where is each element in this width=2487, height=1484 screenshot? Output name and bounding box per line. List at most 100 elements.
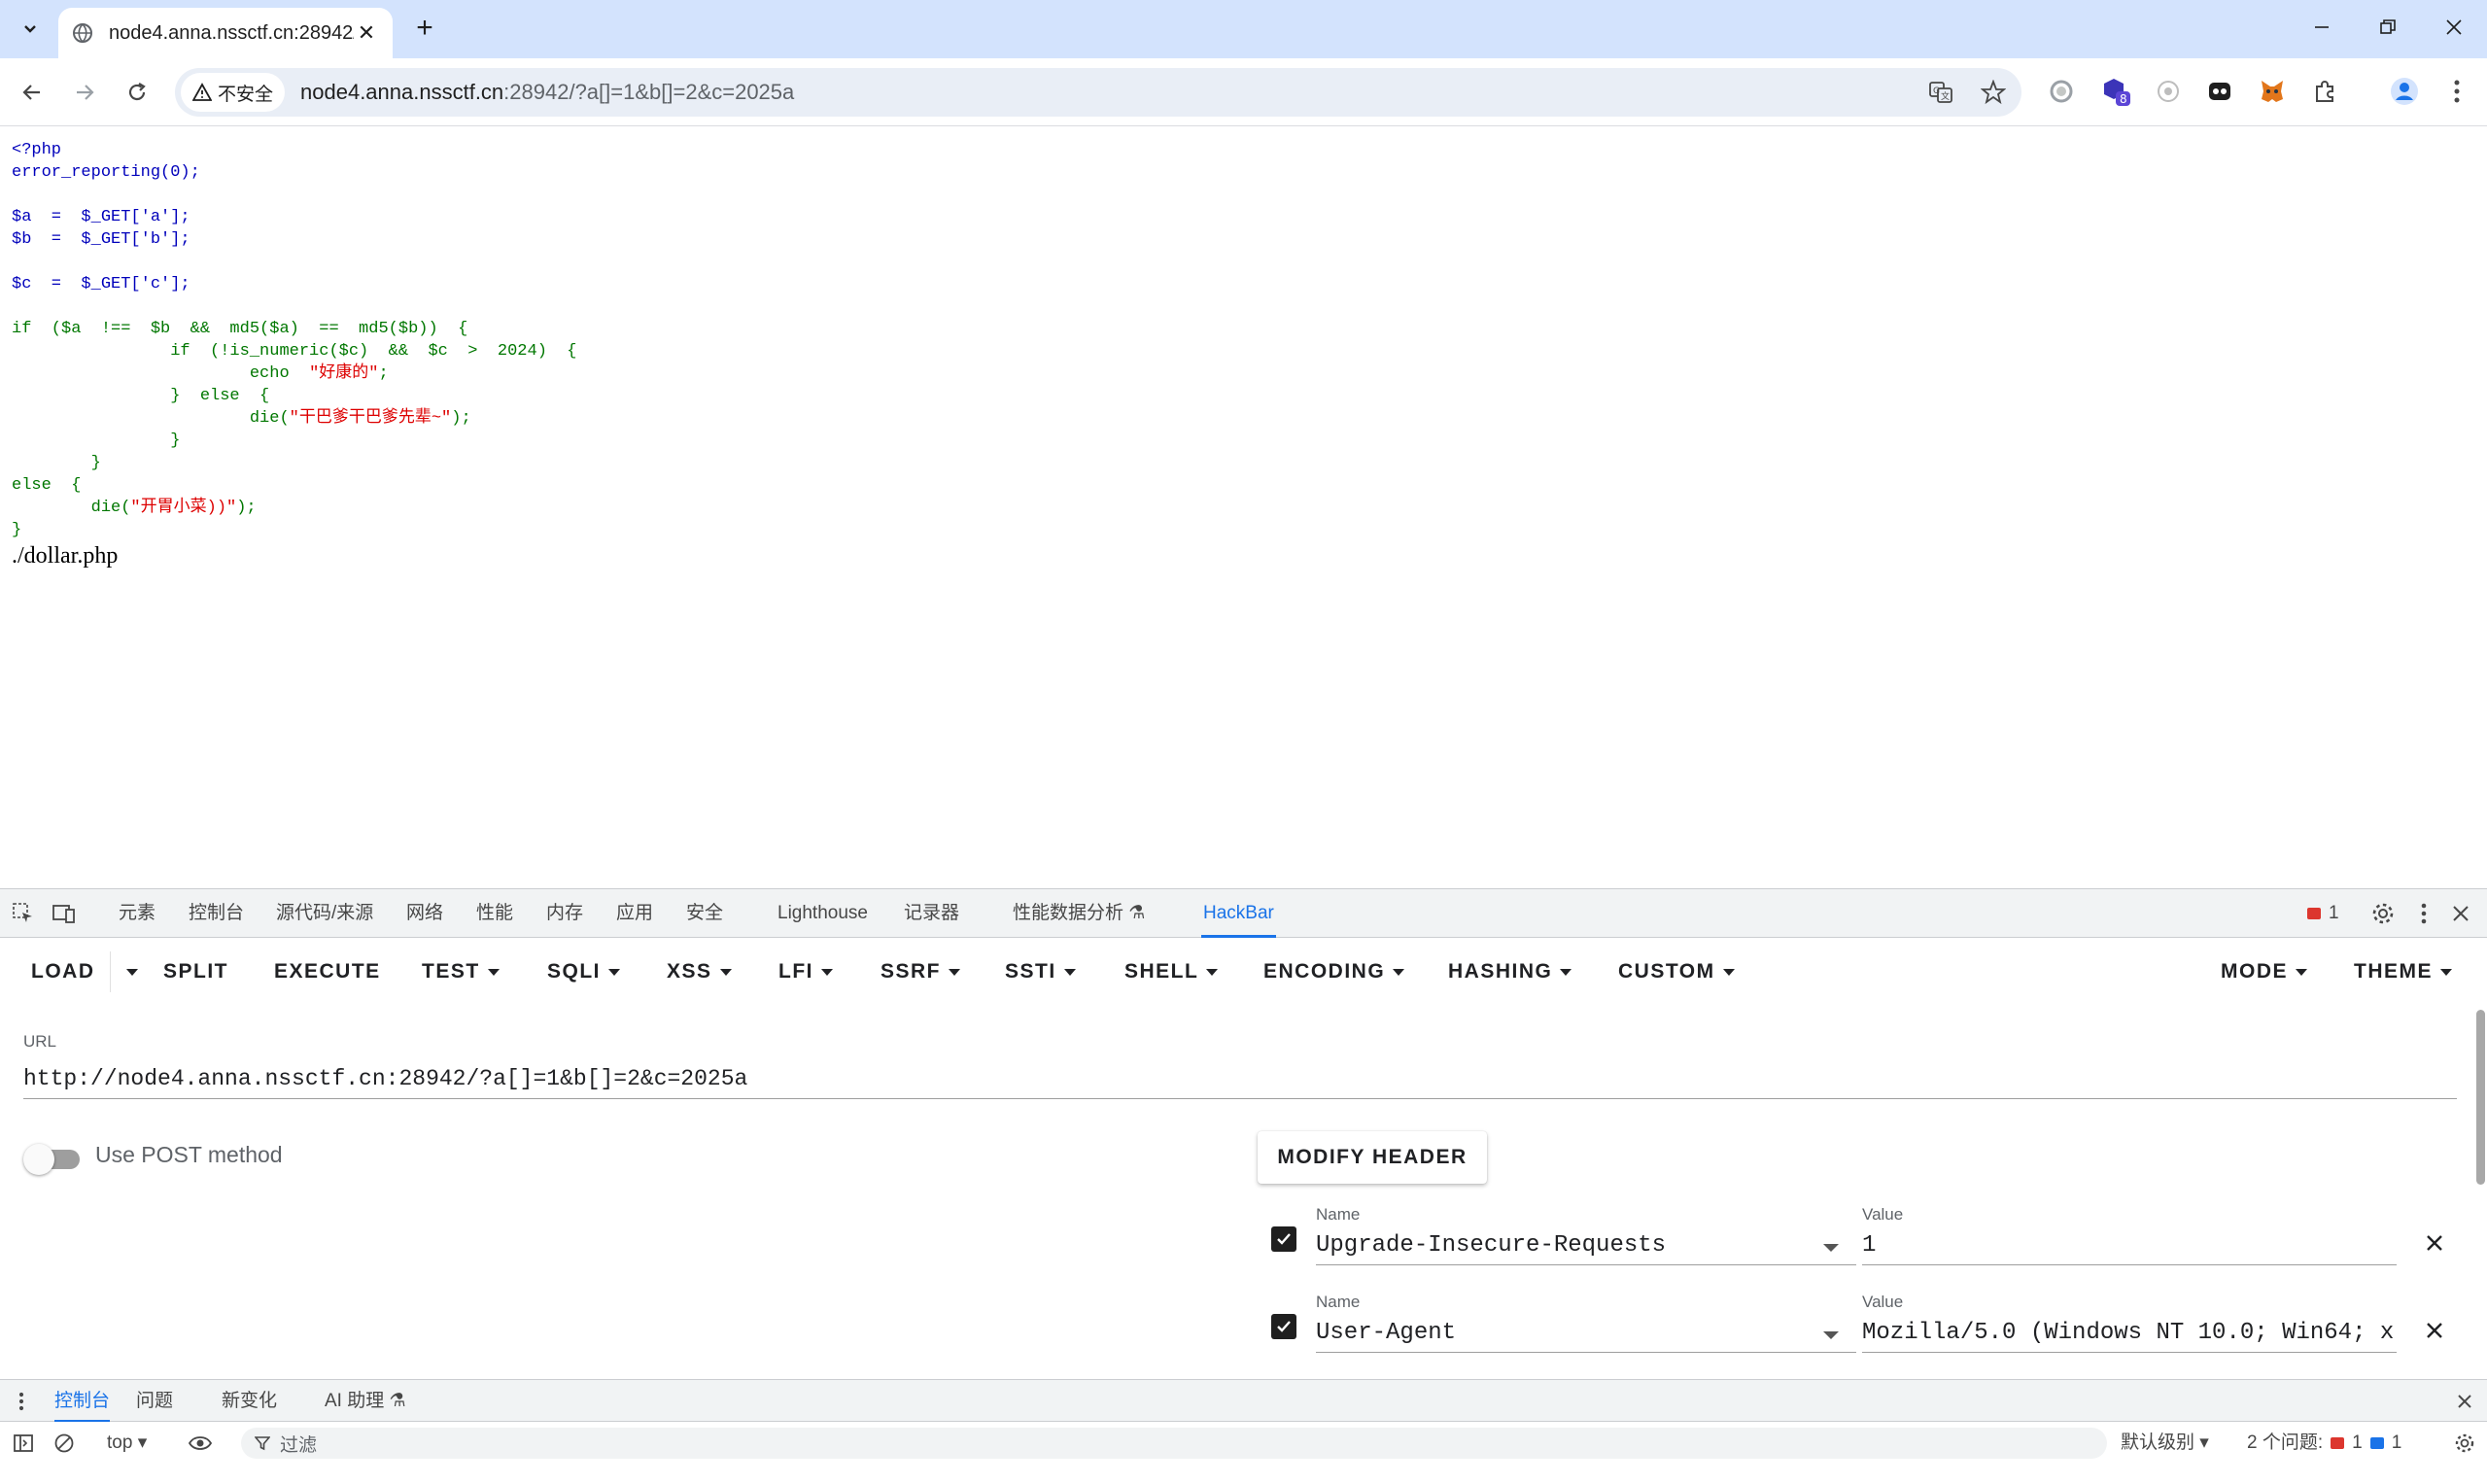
- ssrf-menu-label: SSRF: [881, 960, 942, 983]
- inspect-element-icon[interactable]: [10, 900, 37, 927]
- caret-down-icon: [1560, 968, 1572, 976]
- custom-menu-button[interactable]: CUSTOM: [1618, 938, 1735, 1006]
- test-menu-button[interactable]: TEST: [422, 938, 500, 1006]
- console-filter-input[interactable]: 过滤: [241, 1428, 2107, 1459]
- restore-icon[interactable]: [2364, 8, 2412, 47]
- tab-elements[interactable]: 元素: [117, 889, 157, 938]
- lfi-menu-button[interactable]: LFI: [778, 938, 833, 1006]
- header-name-dropdown-icon[interactable]: [1823, 1244, 1839, 1252]
- sqli-menu-button[interactable]: SQLI: [547, 938, 621, 1006]
- code-line: error_reporting(0);: [12, 163, 200, 182]
- tab-network[interactable]: 网络: [404, 889, 445, 938]
- forward-arrow-icon[interactable]: [66, 74, 103, 111]
- drawer-tab-console[interactable]: 控制台: [54, 1380, 111, 1423]
- header-remove-close-icon[interactable]: [2418, 1226, 2451, 1260]
- hashing-menu-button[interactable]: HASHING: [1448, 938, 1572, 1006]
- new-tab-plus-icon[interactable]: +: [408, 12, 441, 45]
- post-method-toggle[interactable]: [23, 1144, 80, 1175]
- tab-console[interactable]: 控制台: [187, 889, 246, 938]
- experiment-flask-icon: ⚗: [1128, 903, 1146, 923]
- extension-flower-icon[interactable]: [2151, 74, 2186, 109]
- bookmark-star-icon[interactable]: [1979, 78, 2008, 107]
- code-line: }: [12, 454, 101, 472]
- window-close-icon[interactable]: [2430, 8, 2478, 47]
- ssti-menu-button[interactable]: SSTI: [1005, 938, 1076, 1006]
- devtools-panel: 元素 控制台 源代码/来源 网络 性能 内存 应用 安全 Lighthouse …: [0, 888, 2487, 1484]
- drawer-menu-kebab-icon[interactable]: [8, 1388, 35, 1415]
- tab-sources[interactable]: 源代码/来源: [274, 889, 375, 938]
- tab-lighthouse[interactable]: Lighthouse: [776, 889, 870, 938]
- translate-icon[interactable]: G文: [1926, 78, 1955, 107]
- header-value-input[interactable]: 1: [1862, 1226, 2397, 1265]
- minimize-icon[interactable]: [2297, 8, 2346, 47]
- console-settings-gear-icon[interactable]: [2451, 1430, 2478, 1457]
- header-remove-close-icon[interactable]: [2418, 1314, 2451, 1347]
- live-expression-eye-icon[interactable]: [187, 1430, 214, 1457]
- devtools-menu-kebab-icon[interactable]: [2410, 900, 2437, 927]
- drawer-tab-ai-assistance[interactable]: AI 助理 ⚗: [325, 1380, 406, 1423]
- drawer-tab-whats-new[interactable]: 新变化: [222, 1380, 277, 1423]
- warning-triangle-icon: [192, 83, 212, 102]
- metamask-fox-icon[interactable]: [2255, 74, 2290, 109]
- drawer-tab-issues[interactable]: 问题: [136, 1380, 173, 1423]
- devtools-close-icon[interactable]: [2447, 900, 2474, 927]
- error-counter[interactable]: 1: [2305, 889, 2341, 938]
- theme-menu-button[interactable]: THEME: [2354, 938, 2452, 1006]
- issues-counter[interactable]: 2 个问题: 1 1: [2247, 1422, 2401, 1465]
- shell-menu-button[interactable]: SHELL: [1124, 938, 1219, 1006]
- context-select[interactable]: top ▾: [107, 1422, 147, 1465]
- device-toolbar-icon[interactable]: [51, 900, 78, 927]
- log-level-select[interactable]: 默认级别 ▾: [2121, 1422, 2209, 1465]
- tab-memory[interactable]: 内存: [544, 889, 585, 938]
- header-name-input[interactable]: User-Agent: [1316, 1314, 1856, 1353]
- extension-mask-icon[interactable]: [2202, 74, 2237, 109]
- sqli-menu-label: SQLI: [547, 960, 602, 983]
- tab-recorder[interactable]: 记录器: [902, 889, 961, 938]
- address-bar[interactable]: 不安全 node4.anna.nssctf.cn:28942/?a[]=1&b[…: [175, 68, 2021, 117]
- svg-text:文: 文: [1941, 90, 1950, 102]
- header-row: Name Upgrade-Insecure-Requests Value 1: [1271, 1205, 2457, 1273]
- tab-hackbar[interactable]: HackBar: [1201, 889, 1276, 938]
- mode-menu-button[interactable]: MODE: [2221, 938, 2307, 1006]
- encoding-menu-button[interactable]: ENCODING: [1263, 938, 1405, 1006]
- modify-header-button[interactable]: MODIFY HEADER: [1258, 1131, 1487, 1184]
- execute-button[interactable]: EXECUTE: [274, 938, 381, 1006]
- browser-menu-kebab-icon[interactable]: [2439, 74, 2474, 109]
- ssrf-menu-button[interactable]: SSRF: [881, 938, 961, 1006]
- profile-avatar-icon[interactable]: [2387, 74, 2422, 109]
- code-line: } else {: [12, 387, 270, 405]
- browser-tab[interactable]: node4.anna.nssctf.cn:28942/ ✕: [58, 8, 393, 58]
- security-chip[interactable]: 不安全: [181, 73, 286, 112]
- xss-menu-button[interactable]: XSS: [667, 938, 732, 1006]
- extension-badge: 8: [2120, 92, 2127, 106]
- hackbar-scrollbar-thumb[interactable]: [2476, 1010, 2485, 1185]
- back-arrow-icon[interactable]: [14, 74, 51, 111]
- tab-security[interactable]: 安全: [684, 889, 725, 938]
- split-button[interactable]: SPLIT: [163, 938, 228, 1006]
- settings-gear-icon[interactable]: [2369, 900, 2397, 927]
- sidebar-toggle-icon[interactable]: [10, 1430, 37, 1457]
- header-enabled-checkbox[interactable]: [1271, 1314, 1296, 1339]
- tab-search-chevron-down-icon[interactable]: [14, 12, 47, 45]
- address-url[interactable]: node4.anna.nssctf.cn:28942/?a[]=1&b[]=2&…: [300, 80, 794, 105]
- extensions-puzzle-icon[interactable]: [2307, 74, 2342, 109]
- browser-toolbar: 不安全 node4.anna.nssctf.cn:28942/?a[]=1&b[…: [0, 58, 2487, 126]
- tab-performance-insights[interactable]: 性能数据分析 ⚗: [1011, 889, 1147, 938]
- reload-icon[interactable]: [119, 74, 155, 111]
- clear-console-icon[interactable]: [51, 1430, 78, 1457]
- header-enabled-checkbox[interactable]: [1271, 1226, 1296, 1252]
- extension-record-icon[interactable]: [2044, 74, 2079, 109]
- extension-cube-icon[interactable]: 8: [2098, 74, 2133, 109]
- header-name-dropdown-icon[interactable]: [1823, 1331, 1839, 1339]
- tab-close-icon[interactable]: ✕: [354, 20, 379, 46]
- load-button[interactable]: LOAD: [31, 938, 95, 1006]
- url-input[interactable]: http://node4.anna.nssctf.cn:28942/?a[]=1…: [23, 1058, 2457, 1099]
- load-dropdown-button[interactable]: [119, 938, 138, 1006]
- header-value-input[interactable]: Mozilla/5.0 (Windows NT 10.0; Win64; x: [1862, 1314, 2397, 1353]
- tab-application[interactable]: 应用: [614, 889, 655, 938]
- drawer-close-icon[interactable]: [2451, 1388, 2478, 1415]
- tab-performance[interactable]: 性能: [474, 889, 515, 938]
- issues-error-count: 1: [2352, 1432, 2363, 1453]
- header-name-input[interactable]: Upgrade-Insecure-Requests: [1316, 1226, 1856, 1265]
